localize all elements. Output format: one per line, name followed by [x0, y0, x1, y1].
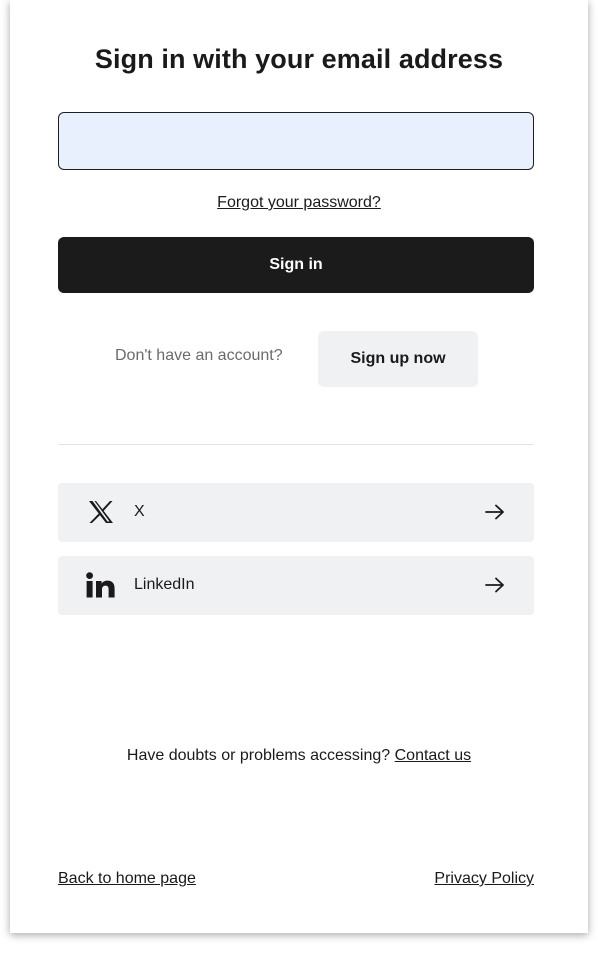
linkedin-logo-icon — [86, 570, 116, 600]
email-field[interactable] — [58, 112, 534, 170]
social-login-linkedin[interactable]: LinkedIn — [58, 556, 534, 615]
help-section: Have doubts or problems accessing? Conta… — [10, 747, 588, 765]
help-text: Have doubts or problems accessing? — [126, 747, 391, 764]
arrow-right-icon — [484, 498, 506, 526]
arrow-right-icon — [484, 571, 506, 599]
sign-up-button[interactable]: Sign up now — [318, 331, 478, 387]
social-label-x: X — [134, 503, 145, 520]
back-home-container: Back to home page — [58, 870, 196, 888]
forgot-password-link[interactable]: Forgot your password? — [217, 194, 381, 211]
sign-in-button[interactable]: Sign in — [58, 237, 534, 293]
social-label-linkedin: LinkedIn — [134, 576, 195, 593]
divider — [58, 444, 534, 445]
social-login-x[interactable]: X — [58, 483, 534, 542]
page-title: Sign in with your email address — [94, 44, 504, 74]
privacy-policy-link[interactable]: Privacy Policy — [434, 870, 534, 887]
forgot-password-container: Forgot your password? — [10, 194, 588, 212]
contact-us-link[interactable]: Contact us — [395, 747, 471, 764]
privacy-container: Privacy Policy — [434, 870, 534, 888]
x-logo-icon — [86, 497, 116, 527]
back-to-home-link[interactable]: Back to home page — [58, 870, 196, 887]
no-account-text: Don't have an account? — [115, 347, 283, 364]
